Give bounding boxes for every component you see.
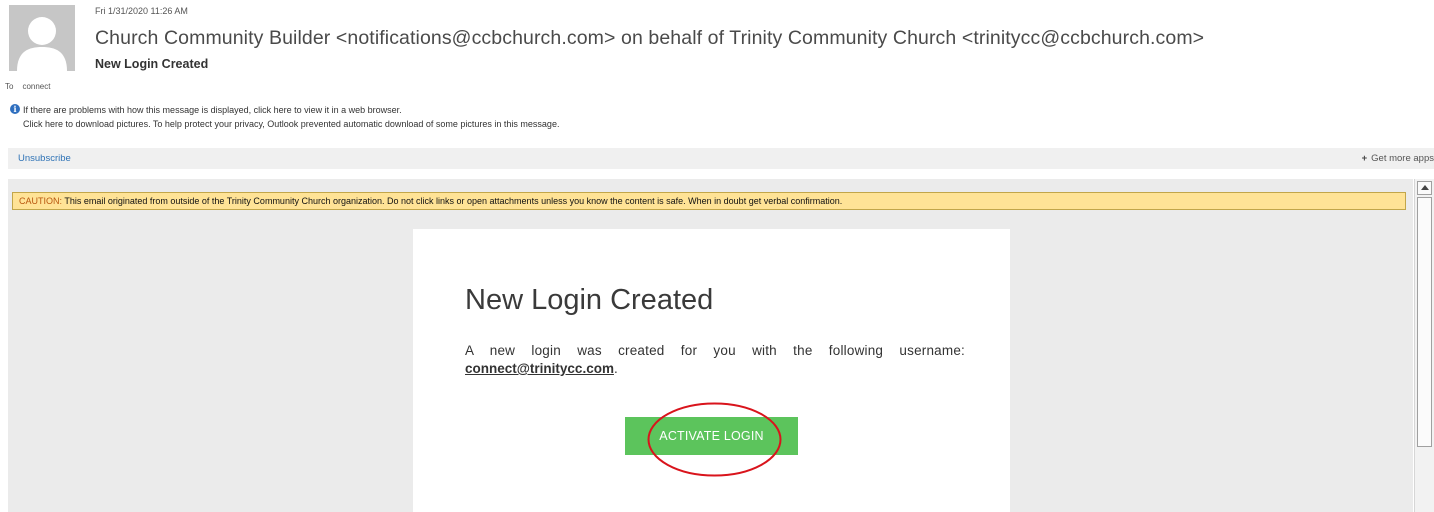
scroll-up-arrow-icon[interactable]	[1417, 181, 1432, 195]
view-in-browser-notice[interactable]: If there are problems with how this mess…	[23, 105, 402, 115]
apps-bar: Unsubscribe + Get more apps	[8, 148, 1434, 169]
email-title: New Login Created	[465, 284, 714, 316]
period: .	[613, 361, 618, 376]
vertical-scrollbar[interactable]	[1414, 179, 1434, 512]
download-pictures-notice[interactable]: Click here to download pictures. To help…	[23, 119, 559, 129]
message-date: Fri 1/31/2020 11:26 AM	[95, 6, 188, 16]
caution-banner: CAUTION: This email originated from outs…	[12, 192, 1406, 210]
unsubscribe-link[interactable]: Unsubscribe	[18, 153, 71, 164]
person-icon	[9, 5, 75, 71]
get-more-apps-button[interactable]: + Get more apps	[1362, 153, 1434, 164]
message-body-pane: CAUTION: This email originated from outs…	[8, 179, 1413, 512]
username-link[interactable]: connect@trinitycc.com	[465, 361, 614, 376]
activate-login-button[interactable]: ACTIVATE LOGIN	[625, 417, 798, 455]
recipient-line: To connect	[5, 82, 50, 91]
plus-icon: +	[1361, 153, 1368, 164]
to-label: To	[5, 82, 14, 91]
email-username-line: connect@trinitycc.com.	[465, 360, 618, 378]
caution-label: CAUTION:	[19, 196, 63, 206]
email-text: A new login was created for you with the…	[465, 343, 965, 358]
info-icon: i	[10, 104, 20, 114]
recipient-name[interactable]: connect	[22, 82, 50, 91]
scroll-thumb[interactable]	[1417, 197, 1432, 447]
sender-line: Church Community Builder <notifications@…	[95, 27, 1205, 49]
message-subject: New Login Created	[95, 57, 209, 71]
caution-text: This email originated from outside of th…	[62, 196, 843, 206]
email-card: New Login Created A new login was create…	[413, 229, 1010, 512]
get-more-apps-label: Get more apps	[1371, 153, 1434, 164]
sender-avatar	[9, 5, 75, 71]
